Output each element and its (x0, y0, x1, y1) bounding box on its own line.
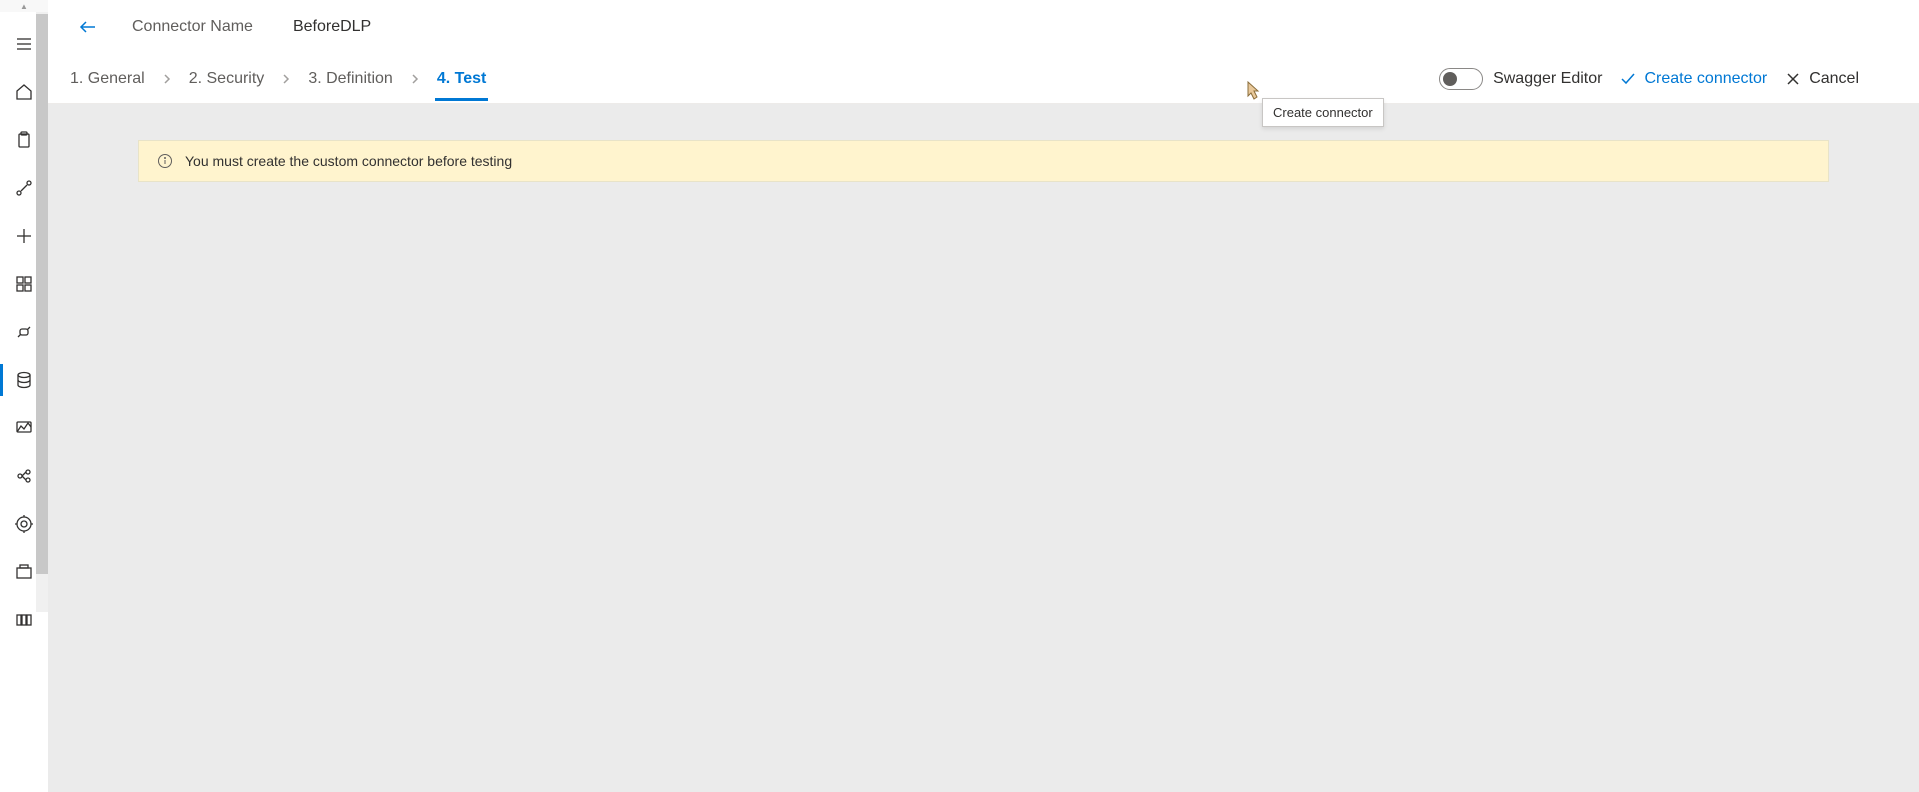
connector-name-label: Connector Name (132, 18, 253, 36)
step-test[interactable]: 4. Test (435, 58, 489, 100)
info-banner: You must create the custom connector bef… (138, 140, 1829, 182)
sidebar-scrollbar[interactable] (36, 12, 48, 612)
chevron-right-icon (409, 73, 421, 85)
sidebar-scroll-up[interactable]: ▲ (0, 0, 48, 12)
create-connector-button[interactable]: Create connector (1620, 70, 1767, 88)
info-banner-text: You must create the custom connector bef… (185, 153, 512, 169)
step-definition[interactable]: 3. Definition (306, 58, 395, 100)
chevron-right-icon (280, 73, 292, 85)
step-security[interactable]: 2. Security (187, 58, 267, 100)
swagger-editor-label: Swagger Editor (1493, 70, 1602, 88)
content-area: You must create the custom connector bef… (48, 104, 1919, 792)
tooltip-text: Create connector (1273, 105, 1373, 120)
tooltip: Create connector (1262, 98, 1384, 127)
chevron-right-icon (161, 73, 173, 85)
back-arrow-icon[interactable] (68, 7, 108, 47)
header: Connector Name BeforeDLP (48, 0, 1919, 54)
cancel-label: Cancel (1809, 70, 1859, 88)
cancel-button[interactable]: Cancel (1785, 70, 1859, 88)
swagger-editor-toggle[interactable] (1439, 68, 1483, 90)
breadcrumb-row: 1. General 2. Security 3. Definition 4. … (48, 54, 1919, 104)
create-connector-label: Create connector (1644, 70, 1767, 88)
step-general[interactable]: 1. General (68, 58, 147, 100)
info-icon (157, 153, 173, 169)
wizard-steps: 1. General 2. Security 3. Definition 4. … (68, 58, 488, 100)
sidebar: ▲ (0, 0, 48, 792)
connector-name-value: BeforeDLP (293, 18, 371, 36)
